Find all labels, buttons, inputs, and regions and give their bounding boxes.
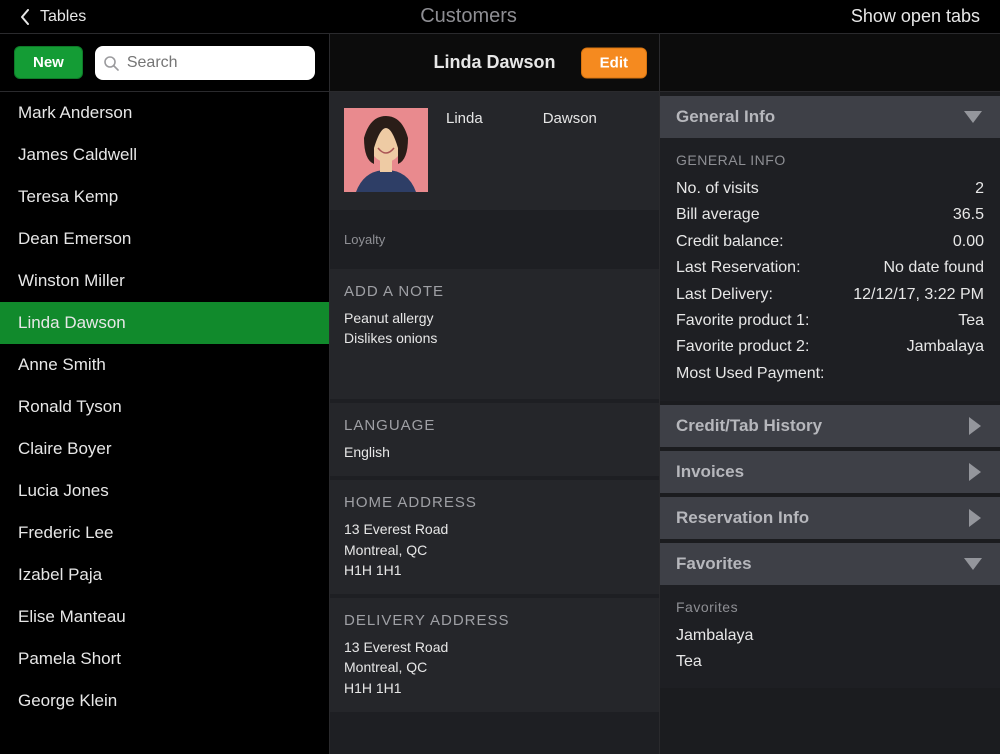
address-line: 13 Everest Road [344,637,645,657]
home-address-header: HOME ADDRESS [330,480,659,519]
favorite-item: Jambalaya [676,623,984,649]
acc-credit-history: Credit/Tab History [660,405,1000,447]
acc-general-header[interactable]: General Info [660,96,1000,138]
acc-reservation-info: Reservation Info [660,497,1000,539]
back-button[interactable]: Tables [20,8,86,26]
avatar [344,108,428,192]
customer-list-item[interactable]: Claire Boyer [0,428,329,470]
loyalty-label: Loyalty [330,214,659,265]
chevron-left-icon [20,9,30,25]
delivery-address-section: DELIVERY ADDRESS 13 Everest Road Montrea… [330,598,659,712]
customer-list-item[interactable]: Teresa Kemp [0,176,329,218]
address-line: H1H 1H1 [344,678,645,698]
new-customer-button[interactable]: New [14,46,83,79]
show-open-tabs-link[interactable]: Show open tabs [851,6,980,27]
search-wrap [95,46,315,80]
notes-section[interactable]: ADD A NOTE Peanut allergy Dislikes onion… [330,269,659,399]
customer-detail-panel: Linda Dawson Edit Linda Dawson [330,34,660,754]
acc-reservation-label: Reservation Info [676,508,809,528]
customer-list-item[interactable]: Mark Anderson [0,92,329,134]
acc-invoices-label: Invoices [676,462,744,482]
info-accordion-panel: General Info GENERAL INFO No. of visits2… [660,34,1000,754]
customer-list-item[interactable]: George Klein [0,680,329,722]
customer-list-item[interactable]: Anne Smith [0,344,329,386]
customer-list-item[interactable]: Izabel Paja [0,554,329,596]
chevron-right-icon [966,415,984,437]
favorites-list: JambalayaTea [676,623,984,674]
acc-invoices-header[interactable]: Invoices [660,451,1000,493]
page-title: Customers [420,5,517,28]
acc-credit-header[interactable]: Credit/Tab History [660,405,1000,447]
address-line: Montreal, QC [344,540,645,560]
back-label: Tables [40,8,86,26]
notes-header: ADD A NOTE [330,269,659,308]
chevron-right-icon [966,507,984,529]
customer-list: Mark AndersonJames CaldwellTeresa KempDe… [0,92,329,754]
address-line: 13 Everest Road [344,519,645,539]
favorite-item: Tea [676,649,984,675]
chevron-down-icon [962,555,984,573]
acc-favorites: Favorites Favorites JambalayaTea [660,543,1000,688]
address-line: Montreal, QC [344,657,645,677]
delivery-address-header: DELIVERY ADDRESS [330,598,659,637]
customers-panel: New Mark AndersonJames CaldwellTeresa Ke… [0,34,330,754]
loyalty-section[interactable]: Loyalty [330,214,659,265]
first-name: Linda [446,110,483,127]
acc-invoices: Invoices [660,451,1000,493]
language-section: LANGUAGE English [330,403,659,476]
customer-list-item[interactable]: Pamela Short [0,638,329,680]
customer-list-item[interactable]: Dean Emerson [0,218,329,260]
address-line: H1H 1H1 [344,560,645,580]
customer-list-item[interactable]: Ronald Tyson [0,386,329,428]
acc-credit-label: Credit/Tab History [676,416,822,436]
last-name: Dawson [543,110,597,127]
customer-list-item[interactable]: Elise Manteau [0,596,329,638]
language-header: LANGUAGE [330,403,659,442]
search-icon [103,55,119,71]
general-info-subtitle: GENERAL INFO [676,152,984,168]
acc-favorites-header[interactable]: Favorites [660,543,1000,585]
customer-list-item[interactable]: Linda Dawson [0,302,329,344]
chevron-right-icon [966,461,984,483]
acc-general-info: General Info GENERAL INFO No. of visits2… [660,96,1000,401]
note-line: Peanut allergy [344,308,645,328]
chevron-down-icon [962,108,984,126]
favorites-subtitle: Favorites [676,599,984,615]
topbar: Tables Customers Show open tabs [0,0,1000,34]
language-value: English [344,442,645,462]
customer-list-item[interactable]: Winston Miller [0,260,329,302]
acc-reservation-header[interactable]: Reservation Info [660,497,1000,539]
note-line: Dislikes onions [344,328,645,348]
identity-block: Linda Dawson [330,92,659,210]
search-input[interactable] [95,46,315,80]
customer-list-item[interactable]: Frederic Lee [0,512,329,554]
customer-list-item[interactable]: James Caldwell [0,134,329,176]
customer-list-item[interactable]: Lucia Jones [0,470,329,512]
acc-general-label: General Info [676,107,775,127]
acc-favorites-label: Favorites [676,554,752,574]
home-address-section: HOME ADDRESS 13 Everest Road Montreal, Q… [330,480,659,594]
detail-customer-name: Linda Dawson [433,52,555,73]
edit-button[interactable]: Edit [581,47,647,78]
